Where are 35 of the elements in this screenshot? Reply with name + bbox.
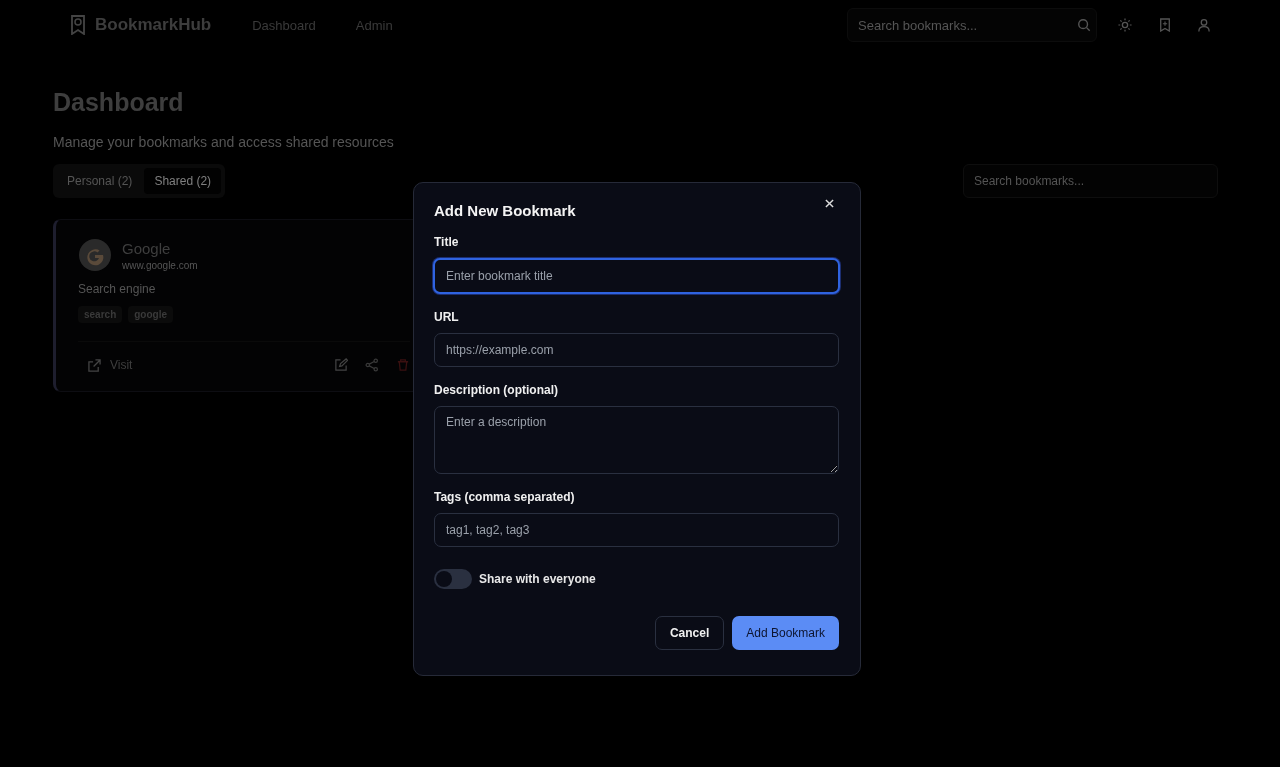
add-button[interactable]: Add Bookmark (732, 616, 839, 650)
input-field[interactable]: Enter bookmark title (433, 258, 840, 294)
user-icon[interactable] (1198, 18, 1210, 32)
external-link-icon (88, 358, 101, 372)
toggle-label: Share with everyone (479, 572, 596, 586)
field-label: Tags (comma separated) (434, 490, 576, 504)
favicon-icon (78, 238, 112, 272)
app-logo[interactable]: BookmarkHub (95, 15, 212, 35)
close-icon[interactable] (825, 199, 834, 208)
tab[interactable]: Personal (2) (57, 168, 143, 194)
nav-link[interactable]: Dashboard (252, 17, 316, 33)
sun-icon[interactable] (1118, 18, 1132, 32)
share-icon[interactable] (365, 358, 379, 372)
visit-button[interactable]: Visit (78, 354, 143, 376)
bookmark-url: www.google.com (122, 259, 198, 271)
tab[interactable]: Shared (2) (144, 168, 222, 194)
field-label: URL (434, 310, 460, 324)
page-subtitle: Manage your bookmarks and access shared resources (53, 134, 395, 150)
field-label: Description (optional) (434, 383, 559, 397)
dialog-title: Add New Bookmark (434, 202, 576, 219)
bookmark-badge-icon (69, 15, 87, 35)
text-area[interactable]: Enter a description (434, 406, 839, 474)
bookmark-description: Search engine (78, 282, 157, 296)
cancel-button[interactable]: Cancel (654, 616, 725, 650)
input-field[interactable]: https://example.com (434, 333, 839, 367)
bookmark-title[interactable]: Google (122, 239, 198, 257)
page-title: Dashboard (53, 87, 185, 117)
search-field[interactable]: Search bookmarks... (847, 8, 1097, 42)
input-field[interactable]: tag1, tag2, tag3 (434, 513, 839, 547)
search-field[interactable]: Search bookmarks... (963, 164, 1218, 198)
toggle-switch[interactable] (434, 569, 472, 589)
nav-link[interactable]: Admin (355, 17, 393, 33)
edit-icon[interactable] (334, 358, 348, 372)
bookmark-icon[interactable] (1159, 18, 1171, 32)
field-label: Title (434, 235, 460, 249)
